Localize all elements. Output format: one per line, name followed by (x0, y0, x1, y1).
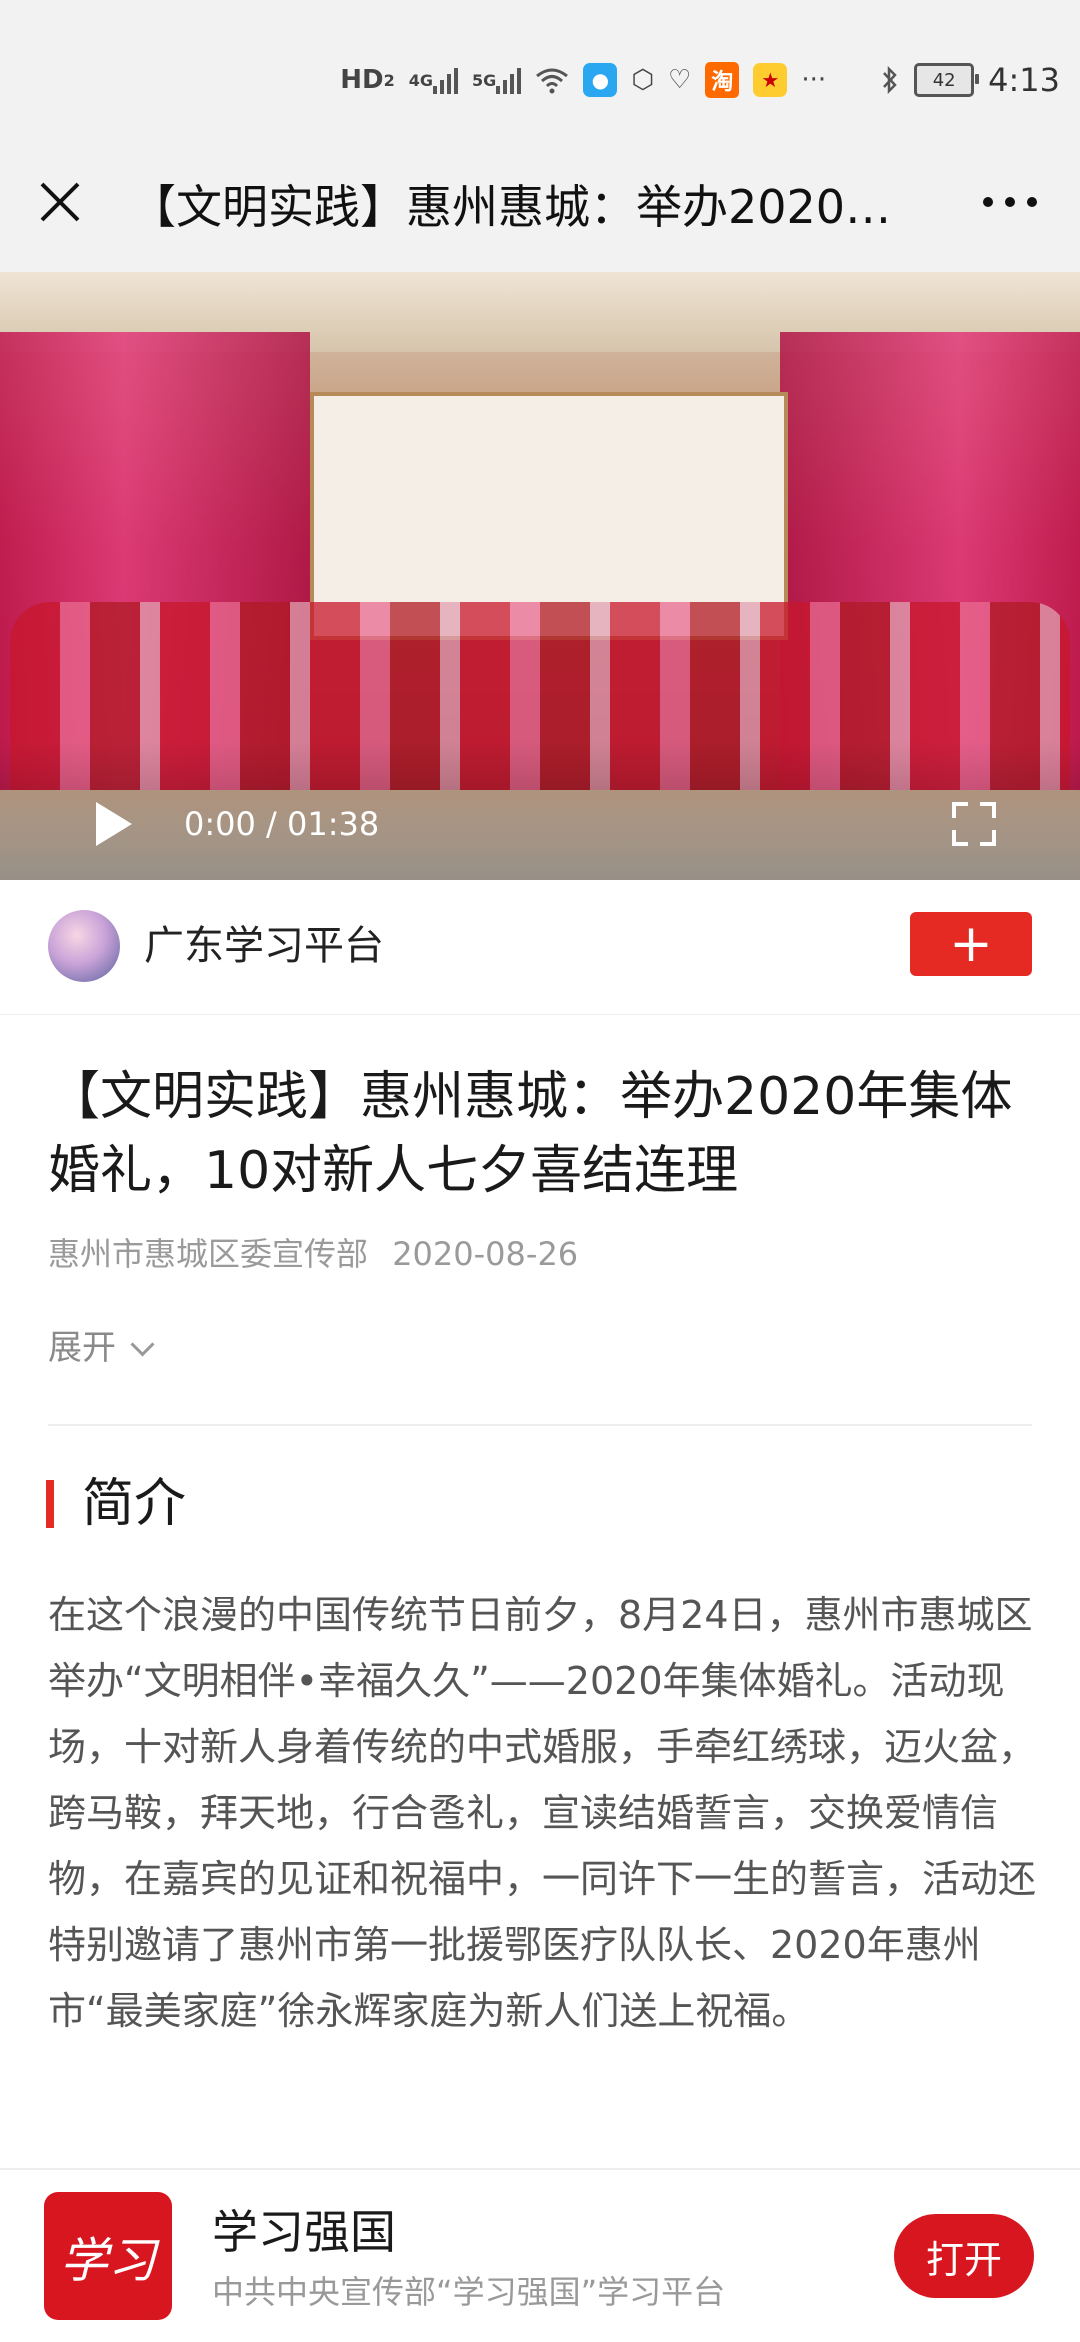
section-accent-bar (46, 1480, 54, 1528)
divider (48, 1424, 1032, 1426)
article-date: 2020-08-26 (392, 1235, 579, 1273)
channel-row: 广东学习平台 + (0, 880, 1080, 1015)
signal-4g-icon: 4G (409, 66, 459, 94)
bulb-app-icon: ● (583, 63, 618, 97)
chevron-down-icon (130, 1332, 155, 1357)
status-icons: HD 2 4G 5G ● ⬡ ♡ 淘 ★ ··· 42 4:13 (340, 58, 1060, 102)
article-title: 【文明实践】惠州惠城：举办2020年集体婚礼，10对新人七夕喜结连理 (48, 1067, 1013, 1201)
more-notifications-icon: ··· (801, 65, 827, 95)
hexagon-icon: ⬡ (631, 65, 655, 95)
app-name: 学习强国 (212, 2205, 396, 2259)
bluetooth-icon (880, 65, 900, 95)
open-app-button[interactable]: 打开 (894, 2214, 1034, 2298)
fullscreen-icon[interactable] (952, 802, 996, 846)
play-icon[interactable] (96, 802, 132, 846)
article-source: 惠州市惠城区委宣传部 (48, 1235, 369, 1273)
follow-button[interactable]: + (910, 912, 1032, 976)
article-body: 在这个浪漫的中国传统节日前夕，8月24日，惠州市惠城区举办“文明相伴•幸福久久”… (48, 1593, 1037, 2033)
more-icon[interactable] (970, 172, 1050, 232)
wifi-icon (535, 66, 569, 94)
xuexi-logo-icon: 学习 (44, 2192, 172, 2320)
app-banner[interactable]: 学习 学习强国 中共中央宣传部“学习强国”学习平台 打开 (0, 2168, 1080, 2342)
section-title: 简介 (82, 1474, 187, 1534)
clock: 4:13 (988, 61, 1060, 99)
expand-button[interactable]: 展开 (48, 1320, 155, 1376)
battery-icon: 42 (914, 63, 980, 97)
avatar[interactable] (48, 910, 120, 982)
app-notification-icon: ★ (753, 63, 788, 97)
taobao-icon: 淘 (705, 62, 740, 98)
app-description: 中共中央宣传部“学习强国”学习平台 (212, 2273, 726, 2311)
close-icon[interactable] (30, 172, 90, 232)
expand-label: 展开 (48, 1328, 116, 1368)
status-bar: HD 2 4G 5G ● ⬡ ♡ 淘 ★ ··· 42 4:13 (0, 0, 1080, 150)
title-bar: 【文明实践】惠州惠城：举办2020… (0, 150, 1080, 272)
hd-icon: HD 2 (340, 65, 395, 95)
video-controls-shade (0, 740, 1080, 880)
video-player[interactable]: 0:00 / 01:38 (0, 272, 1080, 880)
heart-icon: ♡ (668, 65, 692, 95)
video-time: 0:00 / 01:38 (184, 805, 380, 843)
article-meta: 惠州市惠城区委宣传部 2020-08-26 (48, 1230, 578, 1278)
channel-name[interactable]: 广东学习平台 (144, 916, 384, 976)
page-title: 【文明实践】惠州惠城：举办2020… (130, 180, 892, 234)
signal-5g-icon: 5G (472, 66, 522, 94)
